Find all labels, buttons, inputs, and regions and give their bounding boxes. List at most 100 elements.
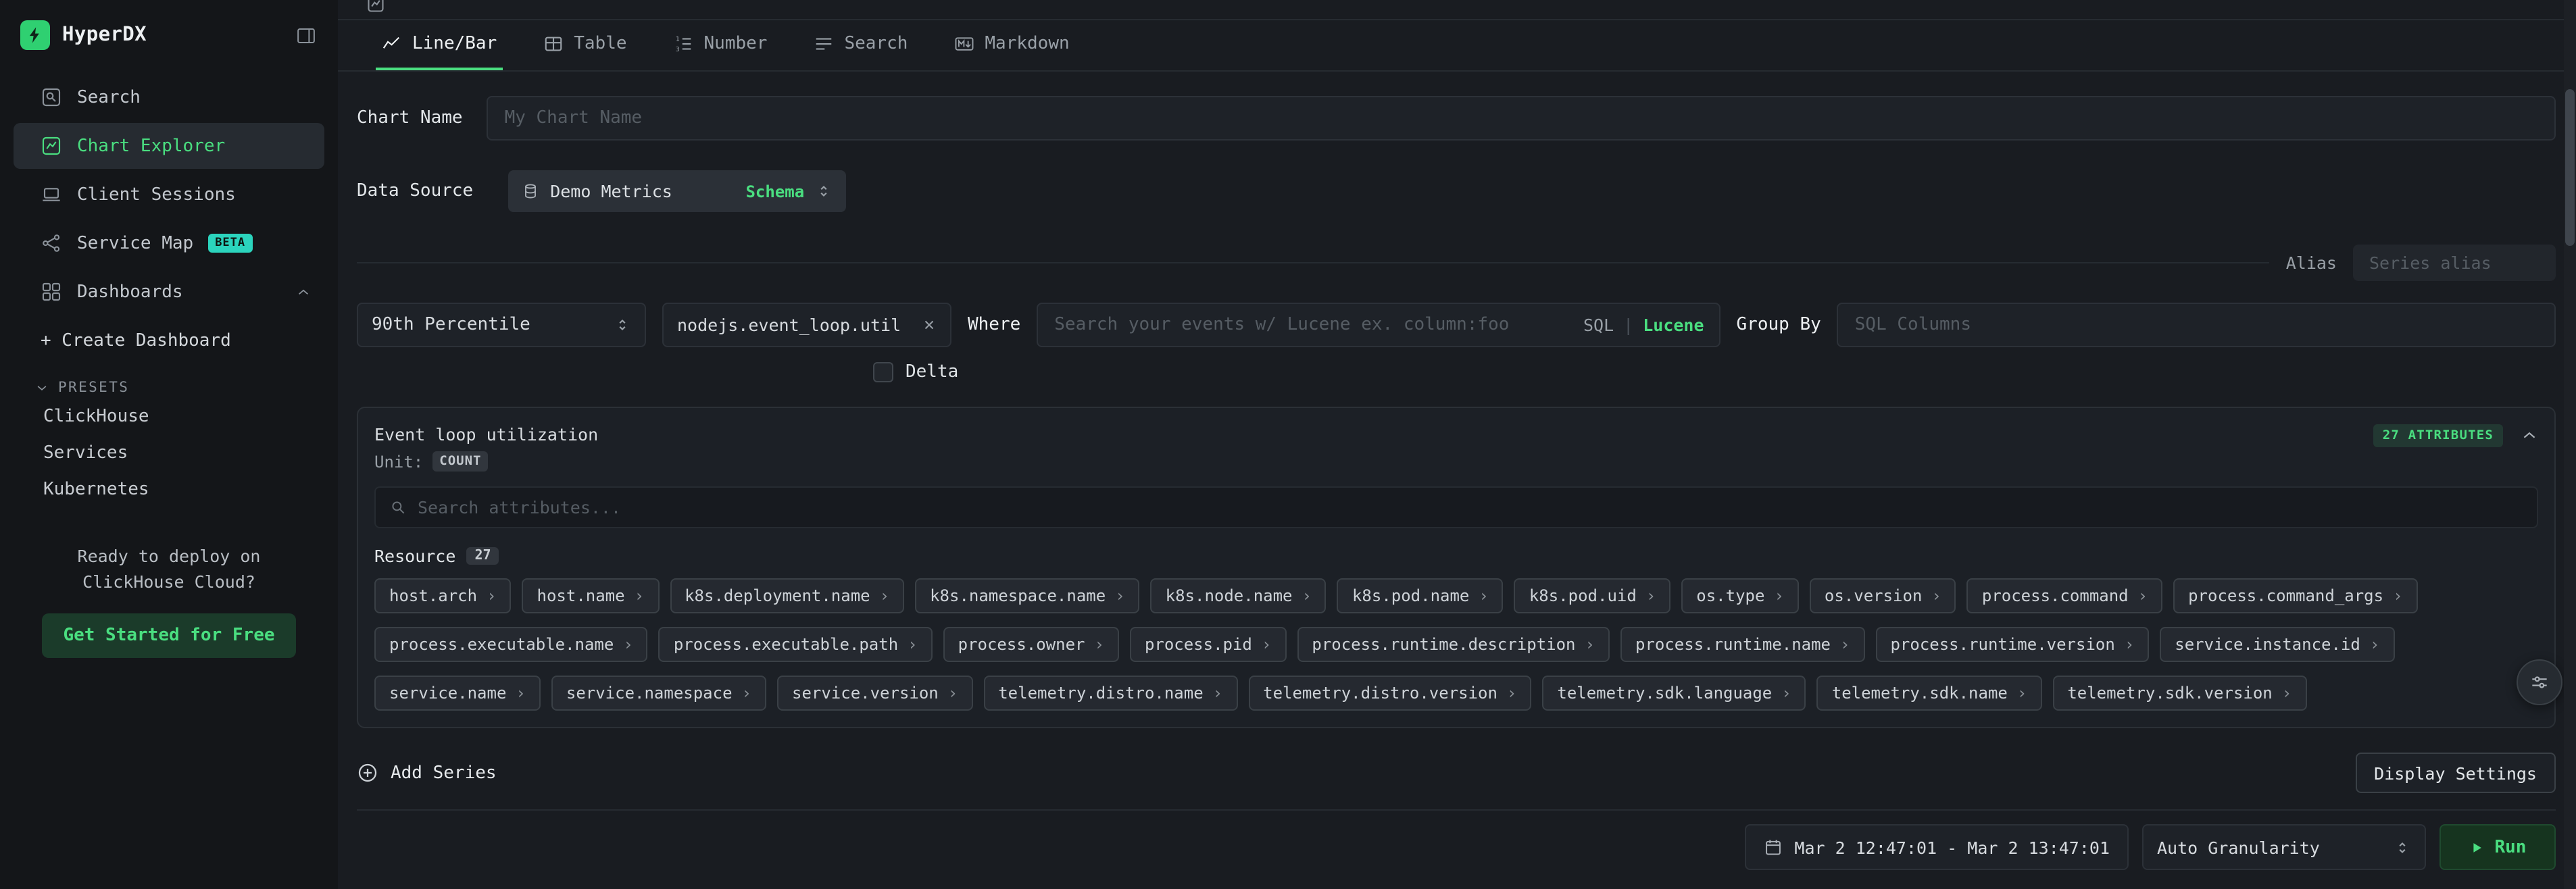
- attribute-chip[interactable]: telemetry.distro.name ›: [983, 676, 1237, 711]
- resource-count-badge: 27: [466, 547, 499, 565]
- attribute-chip[interactable]: service.instance.id ›: [2160, 627, 2394, 662]
- markdown-icon: [953, 34, 974, 54]
- attributes-panel-header: Event loop utilization Unit: COUNT 27 AT…: [374, 424, 2538, 472]
- attribute-chip[interactable]: telemetry.distro.version ›: [1248, 676, 1531, 711]
- sidebar-item-chart-explorer[interactable]: Chart Explorer: [14, 123, 324, 169]
- attribute-chip[interactable]: telemetry.sdk.language ›: [1542, 676, 1806, 711]
- attribute-chip[interactable]: process.command ›: [1967, 578, 2162, 613]
- run-button[interactable]: Run: [2439, 824, 2556, 870]
- attribute-chip[interactable]: process.executable.path ›: [659, 627, 933, 662]
- attribute-chip[interactable]: process.owner ›: [943, 627, 1119, 662]
- where-field: SQL | Lucene: [1037, 303, 1720, 347]
- scrollbar-thumb[interactable]: [2565, 89, 2575, 246]
- logo-row: HyperDX: [0, 0, 338, 66]
- chevron-right-icon: ›: [635, 588, 644, 604]
- attribute-chip[interactable]: service.namespace ›: [551, 676, 766, 711]
- chevron-right-icon: ›: [1115, 588, 1124, 604]
- chevron-up-icon[interactable]: [296, 284, 311, 299]
- scrollbar[interactable]: [2564, 0, 2576, 889]
- remove-metric-icon[interactable]: [922, 318, 937, 332]
- attribute-chip[interactable]: process.pid ›: [1130, 627, 1286, 662]
- delta-checkbox[interactable]: [873, 362, 893, 382]
- sidebar-item-label: Chart Explorer: [77, 136, 225, 156]
- attribute-chip[interactable]: process.command_args ›: [2173, 578, 2417, 613]
- plus-circle-icon: [357, 762, 378, 784]
- attribute-chip[interactable]: process.executable.name ›: [374, 627, 648, 662]
- delta-row: Delta: [873, 362, 2556, 382]
- attribute-chip[interactable]: service.name ›: [374, 676, 541, 711]
- sidebar-item-service-map[interactable]: Service Map BETA: [14, 220, 324, 266]
- sidebar-item-dashboards[interactable]: Dashboards: [14, 269, 324, 315]
- preset-clickhouse[interactable]: ClickHouse: [0, 399, 338, 435]
- attribute-chip[interactable]: k8s.pod.uid ›: [1514, 578, 1670, 613]
- tab-markdown[interactable]: Markdown: [948, 20, 1074, 70]
- attribute-chip[interactable]: os.version ›: [1810, 578, 1956, 613]
- attribute-chip[interactable]: process.runtime.version ›: [1875, 627, 2149, 662]
- add-series-button[interactable]: Add Series: [357, 762, 497, 784]
- time-range-picker[interactable]: Mar 2 12:47:01 - Mar 2 13:47:01: [1744, 824, 2129, 870]
- attribute-chip[interactable]: telemetry.sdk.name ›: [1817, 676, 2042, 711]
- attribute-chip[interactable]: telemetry.sdk.version ›: [2052, 676, 2306, 711]
- filters-fab-button[interactable]: [2517, 659, 2562, 705]
- attribute-chip[interactable]: k8s.namespace.name ›: [915, 578, 1140, 613]
- chart-preview-icon: [366, 0, 385, 14]
- create-dashboard-link[interactable]: + Create Dashboard: [0, 326, 338, 358]
- grid-icon: [41, 281, 62, 303]
- chevron-right-icon: ›: [1479, 588, 1488, 604]
- attribute-chip[interactable]: k8s.node.name ›: [1151, 578, 1327, 613]
- lucene-toggle[interactable]: Lucene: [1643, 315, 1704, 335]
- line-chart-icon: [381, 34, 401, 54]
- metric-tag[interactable]: nodejs.event_loop.util: [662, 303, 951, 347]
- attribute-chip[interactable]: host.name ›: [522, 578, 660, 613]
- attribute-chip[interactable]: service.version ›: [777, 676, 972, 711]
- get-started-button[interactable]: Get Started for Free: [41, 613, 296, 658]
- presets-header[interactable]: PRESETS: [0, 358, 338, 399]
- tab-line-bar[interactable]: Line/Bar: [376, 20, 502, 70]
- attributes-search-input[interactable]: [418, 488, 2523, 527]
- chevron-right-icon: ›: [1781, 685, 1791, 701]
- tab-table[interactable]: Table: [537, 20, 632, 70]
- schema-link[interactable]: Schema: [745, 182, 804, 201]
- sidebar: HyperDX Search Chart Explorer: [0, 0, 338, 889]
- database-icon: [522, 182, 539, 200]
- attribute-chip[interactable]: k8s.pod.name ›: [1337, 578, 1504, 613]
- chevron-right-icon: ›: [1774, 588, 1783, 604]
- group-by-label: Group By: [1737, 315, 1821, 335]
- chart-name-input[interactable]: [487, 96, 2556, 141]
- preset-services[interactable]: Services: [0, 435, 338, 472]
- granularity-select[interactable]: Auto Granularity: [2142, 824, 2426, 870]
- tab-number[interactable]: 13 Number: [668, 20, 773, 70]
- sidebar-item-label: Dashboards: [77, 282, 183, 302]
- aggregation-select[interactable]: 90th Percentile: [357, 303, 646, 347]
- attribute-chip[interactable]: process.runtime.name ›: [1620, 627, 1864, 662]
- attribute-chip[interactable]: k8s.deployment.name ›: [670, 578, 904, 613]
- svg-text:1: 1: [675, 36, 679, 43]
- collapse-panel-icon[interactable]: [2521, 427, 2538, 444]
- app-title: HyperDX: [62, 24, 281, 46]
- data-source-row: Data Source Demo Metrics Schema: [357, 170, 2556, 212]
- tab-search[interactable]: Search: [808, 20, 913, 70]
- sidebar-item-search[interactable]: Search: [14, 74, 324, 120]
- sql-toggle[interactable]: SQL: [1583, 315, 1614, 335]
- chevron-right-icon: ›: [742, 685, 751, 701]
- attribute-chip[interactable]: host.arch ›: [374, 578, 512, 613]
- main-area: Line/Bar Table 13 Number Search Markdown…: [338, 0, 2576, 889]
- data-source-label: Data Source: [357, 181, 473, 201]
- chevron-down-icon: [35, 381, 49, 395]
- resource-group-label: Resource: [374, 546, 455, 566]
- chevron-right-icon: ›: [948, 685, 958, 701]
- chevron-right-icon: ›: [908, 636, 917, 653]
- sidebar-item-client-sessions[interactable]: Client Sessions: [14, 172, 324, 218]
- alias-input[interactable]: [2353, 245, 2556, 281]
- group-by-input[interactable]: [1837, 303, 2556, 347]
- unit-badge: COUNT: [432, 451, 488, 472]
- chevron-updown-icon: [815, 182, 833, 200]
- attribute-chip[interactable]: os.type ›: [1681, 578, 1799, 613]
- collapse-sidebar-icon[interactable]: [293, 22, 319, 48]
- chevron-right-icon: ›: [2393, 588, 2402, 604]
- preset-kubernetes[interactable]: Kubernetes: [0, 472, 338, 508]
- display-settings-button[interactable]: Display Settings: [2355, 753, 2556, 793]
- data-source-select[interactable]: Demo Metrics Schema: [508, 170, 846, 212]
- attribute-chip[interactable]: process.runtime.description ›: [1297, 627, 1610, 662]
- attributes-panel: Event loop utilization Unit: COUNT 27 AT…: [357, 407, 2556, 728]
